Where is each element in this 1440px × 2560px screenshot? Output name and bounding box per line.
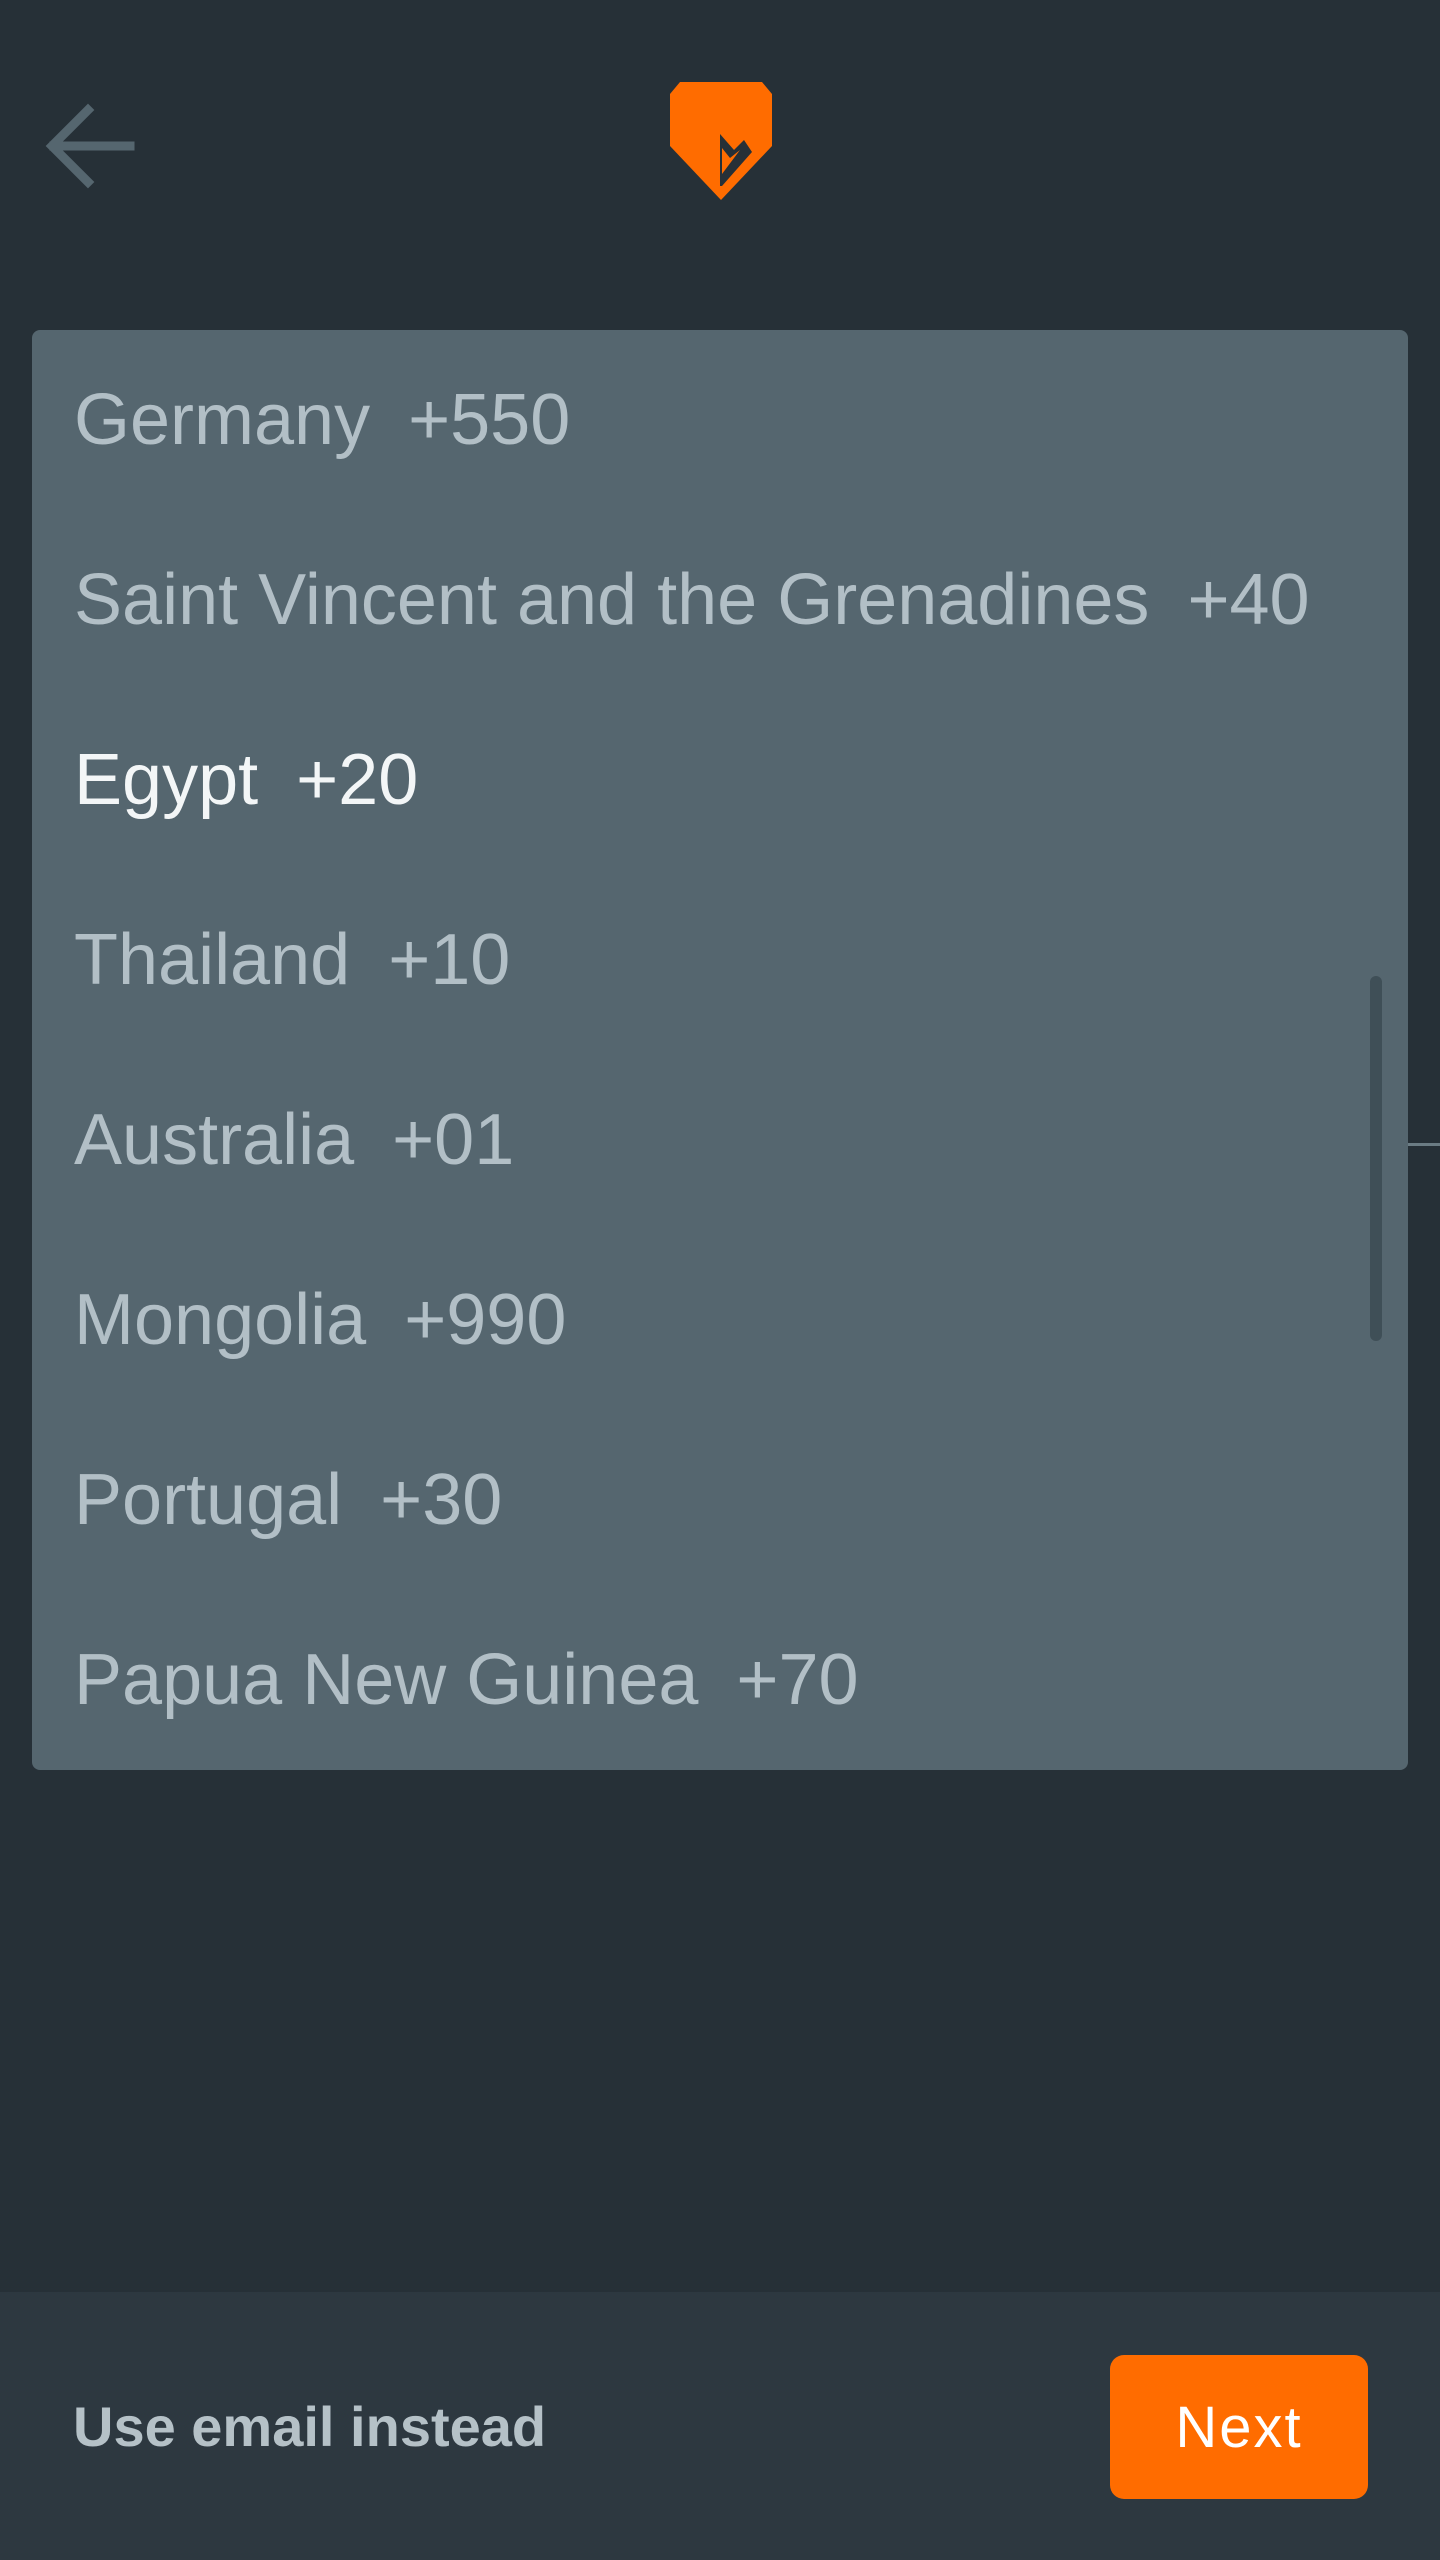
country-name: Thailand [74,920,351,1000]
field-underline [1408,1143,1440,1146]
country-name: Germany [74,380,371,460]
phone-verification-screen: Germany +550 Saint Vincent and the Grena… [0,0,1440,2560]
country-option[interactable]: Saint Vincent and the Grenadines +40 [32,510,1408,690]
country-option-selected[interactable]: Egypt +20 [32,690,1408,870]
dropdown-scrollbar[interactable] [1370,976,1382,1341]
country-code: +70 [736,1640,859,1720]
country-name: Mongolia [74,1280,367,1360]
orange-shield-logo-icon [670,82,772,200]
country-option[interactable]: Portugal +30 [32,1410,1408,1590]
country-option[interactable]: Germany +550 [32,330,1408,510]
country-code: +550 [408,380,571,460]
country-option[interactable]: Papua New Guinea +70 [32,1590,1408,1770]
country-code: +40 [1187,560,1310,640]
next-button[interactable]: Next [1110,2355,1368,2499]
country-code: +01 [392,1100,515,1180]
country-code: +990 [404,1280,567,1360]
country-code: +20 [296,740,419,820]
country-name: Portugal [74,1460,343,1540]
country-code-dropdown[interactable]: Germany +550 Saint Vincent and the Grena… [32,330,1408,1770]
country-code: +30 [380,1460,503,1540]
country-option[interactable]: Mongolia +990 [32,1230,1408,1410]
country-name: Saint Vincent and the Grenadines [74,560,1150,640]
use-email-link[interactable]: Use email instead [73,2392,546,2462]
arrow-left-icon [45,103,135,189]
country-option[interactable]: Thailand +10 [32,870,1408,1050]
country-option[interactable]: Australia +01 [32,1050,1408,1230]
country-name: Egypt [74,740,259,820]
country-code: +10 [388,920,511,1000]
country-name: Australia [74,1100,355,1180]
back-button[interactable] [30,84,150,204]
country-name: Papua New Guinea [74,1640,699,1720]
